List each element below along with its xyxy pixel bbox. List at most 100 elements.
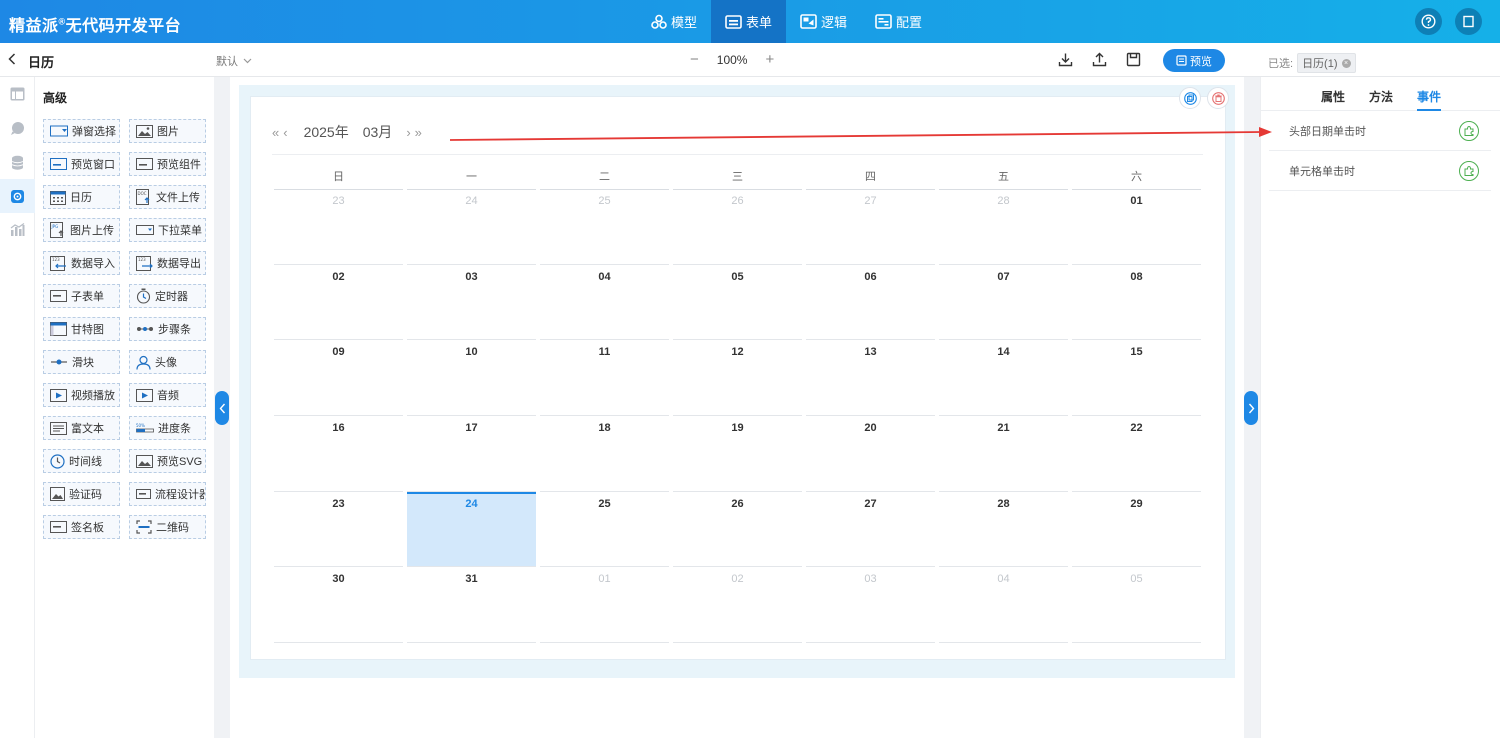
component-preview-svg[interactable]: 预览SVG: [129, 449, 206, 473]
calendar-cell[interactable]: 29: [1072, 492, 1201, 568]
zoom-in-button[interactable]: +: [765, 51, 774, 68]
calendar-cell[interactable]: 11: [540, 340, 669, 417]
tab-methods[interactable]: 方法: [1369, 77, 1393, 111]
calendar-month[interactable]: 03月: [363, 122, 393, 142]
rail-layout[interactable]: [0, 77, 35, 111]
theme-select[interactable]: 默认: [216, 53, 252, 69]
calendar-cell[interactable]: 21: [939, 416, 1068, 492]
calendar-cell[interactable]: 19: [673, 416, 802, 492]
rail-advanced[interactable]: [0, 179, 35, 213]
calendar-cell[interactable]: 25: [540, 189, 669, 265]
calendar-cell[interactable]: 01: [1072, 189, 1201, 265]
component-preview-widget[interactable]: 预览组件: [129, 152, 206, 176]
upload-button[interactable]: [1092, 52, 1107, 70]
event-edit-button[interactable]: [1459, 160, 1479, 181]
calendar-cell[interactable]: 26: [673, 492, 802, 568]
calendar-cell[interactable]: 27: [806, 189, 935, 265]
collapse-left-panel-button[interactable]: [215, 391, 229, 425]
component-data-export[interactable]: 123 数据导出: [129, 251, 206, 275]
event-edit-button[interactable]: [1459, 120, 1479, 141]
download-button[interactable]: [1058, 52, 1073, 70]
component-image-upload[interactable]: JPG 图片上传: [43, 218, 120, 242]
nav-config[interactable]: 配置: [861, 0, 936, 43]
rail-database[interactable]: [0, 145, 35, 179]
component-image[interactable]: 图片: [129, 119, 206, 143]
calendar-year[interactable]: 2025年: [304, 122, 349, 142]
component-qrcode[interactable]: 二维码: [129, 515, 206, 539]
component-steps[interactable]: 步骤条: [129, 317, 206, 341]
back-button[interactable]: [8, 53, 16, 68]
calendar-cell[interactable]: 28: [939, 492, 1068, 568]
calendar-cell[interactable]: 02: [673, 567, 802, 644]
component-flow-designer[interactable]: 流程设计器: [129, 482, 206, 506]
calendar-cell[interactable]: 23: [274, 189, 403, 265]
calendar-cell[interactable]: 24: [407, 189, 536, 265]
calendar-cell[interactable]: 04: [540, 265, 669, 341]
nav-form[interactable]: 表单: [711, 0, 787, 43]
calendar-cell-today[interactable]: 24: [407, 491, 536, 568]
component-timeline[interactable]: 时间线: [43, 449, 120, 473]
help-button[interactable]: [1415, 8, 1442, 35]
component-timer[interactable]: 定时器: [129, 284, 206, 308]
calendar-cell[interactable]: 13: [806, 340, 935, 417]
tab-properties[interactable]: 属性: [1321, 77, 1345, 111]
component-data-import[interactable]: 123 数据导入: [43, 251, 120, 275]
calendar-cell[interactable]: 27: [806, 492, 935, 568]
calendar-cell[interactable]: 16: [274, 416, 403, 492]
nav-logic[interactable]: 逻辑: [786, 0, 861, 43]
component-rich-text[interactable]: 富文本: [43, 416, 120, 440]
component-file-upload[interactable]: DOC 文件上传: [129, 185, 206, 209]
calendar-cell[interactable]: 05: [1072, 567, 1201, 644]
calendar-cell[interactable]: 26: [673, 189, 802, 265]
component-popup-select[interactable]: 弹窗选择: [43, 119, 120, 143]
component-video[interactable]: 视频播放: [43, 383, 120, 407]
component-captcha[interactable]: 验证码: [43, 482, 120, 506]
fullscreen-button[interactable]: [1455, 8, 1482, 35]
component-progress[interactable]: 50% 进度条: [129, 416, 206, 440]
calendar-cell[interactable]: 07: [939, 265, 1068, 341]
calendar-cell[interactable]: 09: [274, 340, 403, 417]
selected-tag[interactable]: 日历(1) ×: [1297, 53, 1356, 73]
calendar-cell[interactable]: 03: [407, 265, 536, 341]
calendar-cell[interactable]: 06: [806, 265, 935, 341]
calendar-cell[interactable]: 18: [540, 416, 669, 492]
prev-month-button[interactable]: ‹: [283, 125, 287, 140]
calendar-cell[interactable]: 17: [407, 416, 536, 492]
calendar-cell[interactable]: 14: [939, 340, 1068, 417]
component-avatar[interactable]: 头像: [129, 350, 206, 374]
component-signature[interactable]: 签名板: [43, 515, 120, 539]
calendar-cell[interactable]: 05: [673, 265, 802, 341]
save-button[interactable]: [1126, 52, 1141, 70]
delete-component-button[interactable]: [1207, 87, 1229, 109]
calendar-cell[interactable]: 15: [1072, 340, 1201, 417]
zoom-out-button[interactable]: −: [690, 51, 699, 68]
tab-events[interactable]: 事件: [1417, 77, 1442, 111]
calendar-cell[interactable]: 10: [407, 340, 536, 417]
calendar-cell[interactable]: 20: [806, 416, 935, 492]
calendar-cell[interactable]: 30: [274, 567, 403, 644]
component-dropdown[interactable]: 下拉菜单: [129, 218, 206, 242]
calendar-cell[interactable]: 31: [407, 567, 536, 644]
calendar-cell[interactable]: 08: [1072, 265, 1201, 341]
calendar-cell[interactable]: 25: [540, 492, 669, 568]
preview-button[interactable]: 预览: [1163, 49, 1225, 72]
next-year-button[interactable]: »: [415, 125, 422, 140]
calendar-cell[interactable]: 02: [274, 265, 403, 341]
rail-chart[interactable]: [0, 213, 35, 247]
clear-selection-icon[interactable]: ×: [1341, 58, 1351, 68]
component-slider[interactable]: 滑块: [43, 350, 120, 374]
component-preview-window[interactable]: 预览窗口: [43, 152, 120, 176]
component-gantt[interactable]: 甘特图: [43, 317, 120, 341]
copy-component-button[interactable]: [1179, 87, 1201, 109]
collapse-right-panel-button[interactable]: [1244, 391, 1258, 425]
next-month-button[interactable]: ›: [406, 125, 410, 140]
calendar-cell[interactable]: 04: [939, 567, 1068, 644]
calendar-cell[interactable]: 01: [540, 567, 669, 644]
calendar-cell[interactable]: 03: [806, 567, 935, 644]
nav-model[interactable]: 模型: [637, 0, 711, 43]
calendar-cell[interactable]: 22: [1072, 416, 1201, 492]
calendar-cell[interactable]: 12: [673, 340, 802, 417]
calendar-cell[interactable]: 23: [274, 492, 403, 568]
prev-year-button[interactable]: «: [272, 125, 279, 140]
component-subform[interactable]: 子表单: [43, 284, 120, 308]
